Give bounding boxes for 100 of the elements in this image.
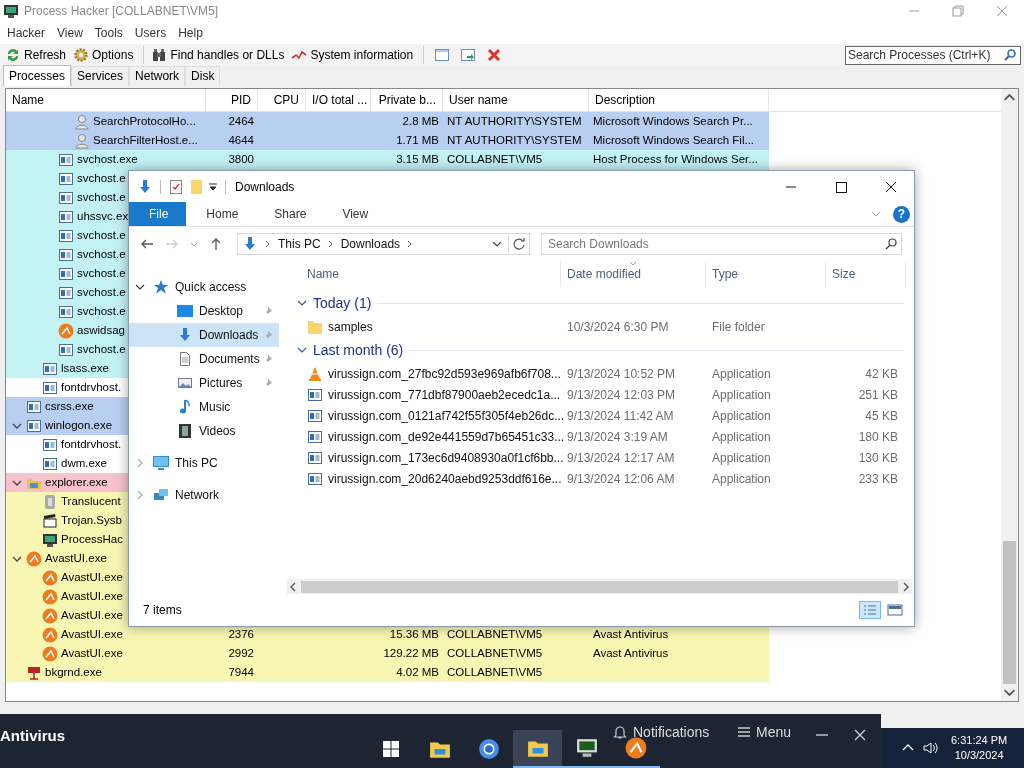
chevron-icon[interactable] (297, 298, 307, 308)
circle-logo-icon (42, 607, 58, 624)
help-button[interactable]: ? (893, 205, 910, 223)
computer-icon (153, 455, 169, 471)
ribbon-tab[interactable]: View (326, 202, 385, 226)
nav-item[interactable]: Downloads (129, 323, 279, 347)
vertical-scrollbar[interactable] (1001, 89, 1018, 701)
column-header[interactable]: User name (443, 89, 589, 111)
bell-icon[interactable] (612, 724, 628, 740)
nav-item[interactable]: Desktop (129, 299, 279, 323)
file-name[interactable]: virussign.com_173ec6d9408930a0f1cf6bb... (328, 450, 564, 465)
chevron-icon (264, 240, 272, 248)
menu-item[interactable]: View (51, 26, 89, 40)
close-icon[interactable] (853, 728, 867, 742)
file-name[interactable]: virussign.com_771dbf87900aeb2ecedc1a... (328, 387, 561, 402)
file-name[interactable]: virussign.com_de92e441559d7b65451c33... (328, 429, 565, 444)
table-cell-text: COLLABNET\VM5 (446, 152, 544, 167)
tiles-view-icon[interactable] (884, 601, 906, 619)
speaker-icon[interactable] (923, 740, 939, 756)
nav-item[interactable]: Documents (129, 347, 279, 371)
column-header[interactable]: PID (206, 89, 258, 111)
process-row[interactable]: svchost.exe 3800 3.15 MB COLLABNET\VM5 Host Process for Windows Ser... (6, 150, 769, 169)
menu-item[interactable]: Tools (88, 26, 129, 40)
taskbar-button[interactable] (513, 730, 562, 768)
nav-item[interactable]: This PC (129, 451, 279, 475)
column-header[interactable]: Name (287, 261, 561, 287)
nav-item[interactable]: Videos (129, 419, 279, 443)
menu-item[interactable]: Hacker (1, 26, 51, 40)
dropdown-icon[interactable] (492, 239, 502, 249)
ribbon-tab[interactable]: Home (190, 202, 255, 226)
refresh-icon (5, 47, 21, 63)
process-name: fontdrvhost. (61, 437, 122, 452)
table-cell-text: Microsoft Windows Search Pr... (592, 114, 754, 129)
file-name[interactable]: virussign.com_0121af742f55f305f4eb26dc... (328, 408, 565, 423)
dropdown-icon[interactable] (208, 181, 218, 192)
circle-logo-icon (42, 588, 58, 605)
breadcrumb[interactable]: This PC (278, 237, 321, 251)
process-name: ProcessHac (61, 532, 123, 547)
document-icon (177, 351, 193, 367)
tab[interactable]: Services (71, 66, 130, 86)
toolbar-button[interactable]: Find handles or DLLs (149, 45, 290, 65)
horizontal-scrollbar[interactable] (287, 579, 912, 594)
window-icon[interactable] (434, 47, 451, 63)
ribbon-tab[interactable]: Share (258, 202, 323, 226)
column-header[interactable]: Date modified (561, 261, 706, 287)
file-name[interactable]: samples (328, 319, 373, 334)
process-name: svchost.exe (77, 152, 138, 167)
nav-item[interactable]: Network (129, 483, 279, 507)
column-header[interactable]: Private b... (371, 89, 443, 111)
process-name: SearchFilterHost.e... (93, 133, 198, 148)
checklist-icon[interactable] (168, 178, 184, 195)
toolbar-button[interactable]: Options (71, 45, 139, 65)
process-row[interactable]: SearchFilterHost.e... 4644 1.71 MB NT AUTHORITY\SYSTEM Microsoft Windows Search Fil... (6, 131, 769, 150)
nav-item[interactable]: Quick access (129, 275, 279, 299)
column-header[interactable]: Type (706, 261, 826, 287)
process-row[interactable]: AvastUI.exe 2376 15.36 MB COLLABNET\VM5 Avast Antivirus (6, 625, 769, 644)
search-icon (884, 237, 898, 251)
nav-label: Downloads (199, 328, 259, 342)
person-icon (74, 132, 90, 149)
column-header[interactable]: I/O total ... (306, 89, 371, 111)
chevron-icon[interactable] (135, 282, 145, 292)
download-arrow-icon[interactable] (137, 178, 153, 195)
process-row[interactable]: SearchProtocolHo... 2464 2.8 MB NT AUTHORITY\SYSTEM Microsoft Windows Search Pr... (6, 112, 769, 131)
process-row[interactable]: AvastUI.exe 2992 129.22 MB COLLABNET\VM5 Avast Antivirus (6, 644, 769, 663)
file-name[interactable]: virussign.com_20d6240aebd9253ddf616e... (328, 471, 562, 486)
table-cell-text: 2376 (227, 627, 255, 642)
column-header[interactable]: CPU (258, 89, 306, 111)
tab[interactable]: Network (129, 66, 186, 86)
table-cell-text: COLLABNET\VM5 (446, 627, 544, 642)
search-field[interactable]: Search Processes (Ctrl+K) (845, 45, 1021, 65)
file-size: 45 KB (864, 408, 899, 423)
file-name[interactable]: virussign.com_27fbc92d593e969afb6f708... (328, 366, 561, 381)
nav-item[interactable]: Pictures (129, 371, 279, 395)
group-header[interactable]: Today (1) (313, 295, 372, 311)
menu-icon[interactable] (737, 725, 751, 739)
chevron-icon[interactable] (297, 345, 307, 355)
column-header[interactable]: Description (589, 89, 769, 111)
column-header[interactable]: Name (6, 89, 206, 111)
ribbon-tab[interactable]: File (129, 202, 187, 226)
group-header[interactable]: Last month (6) (313, 342, 404, 358)
menu-item[interactable]: Users (128, 26, 173, 40)
toolbar-button[interactable]: System information (289, 45, 419, 65)
clock-date[interactable]: 10/3/2024 (954, 748, 1004, 763)
address-bar[interactable]: This PC Downloads (237, 233, 530, 255)
process-name: AvastUI.exe (61, 570, 123, 585)
notifications-button[interactable]: Notifications (633, 724, 710, 740)
scrollbar-thumb[interactable] (301, 580, 898, 593)
menu-item[interactable]: Help (172, 26, 209, 40)
toolbar-button[interactable]: Refresh (3, 45, 72, 65)
column-header[interactable]: Size (826, 261, 906, 287)
menu-button[interactable]: Menu (756, 724, 792, 740)
process-row[interactable]: bkgrnd.exe 7944 4.02 MB COLLABNET\VM5 (6, 663, 769, 682)
tab[interactable]: Processes (3, 65, 72, 86)
nav-item[interactable]: Music (129, 395, 279, 419)
folder-icon (307, 318, 323, 335)
tab[interactable]: Disk (185, 66, 221, 86)
clock-time[interactable]: 6:31:24 PM (951, 733, 1008, 748)
scrollbar-thumb[interactable] (1003, 541, 1016, 684)
breadcrumb[interactable]: Downloads (340, 237, 401, 251)
file-type: Application (711, 366, 772, 381)
